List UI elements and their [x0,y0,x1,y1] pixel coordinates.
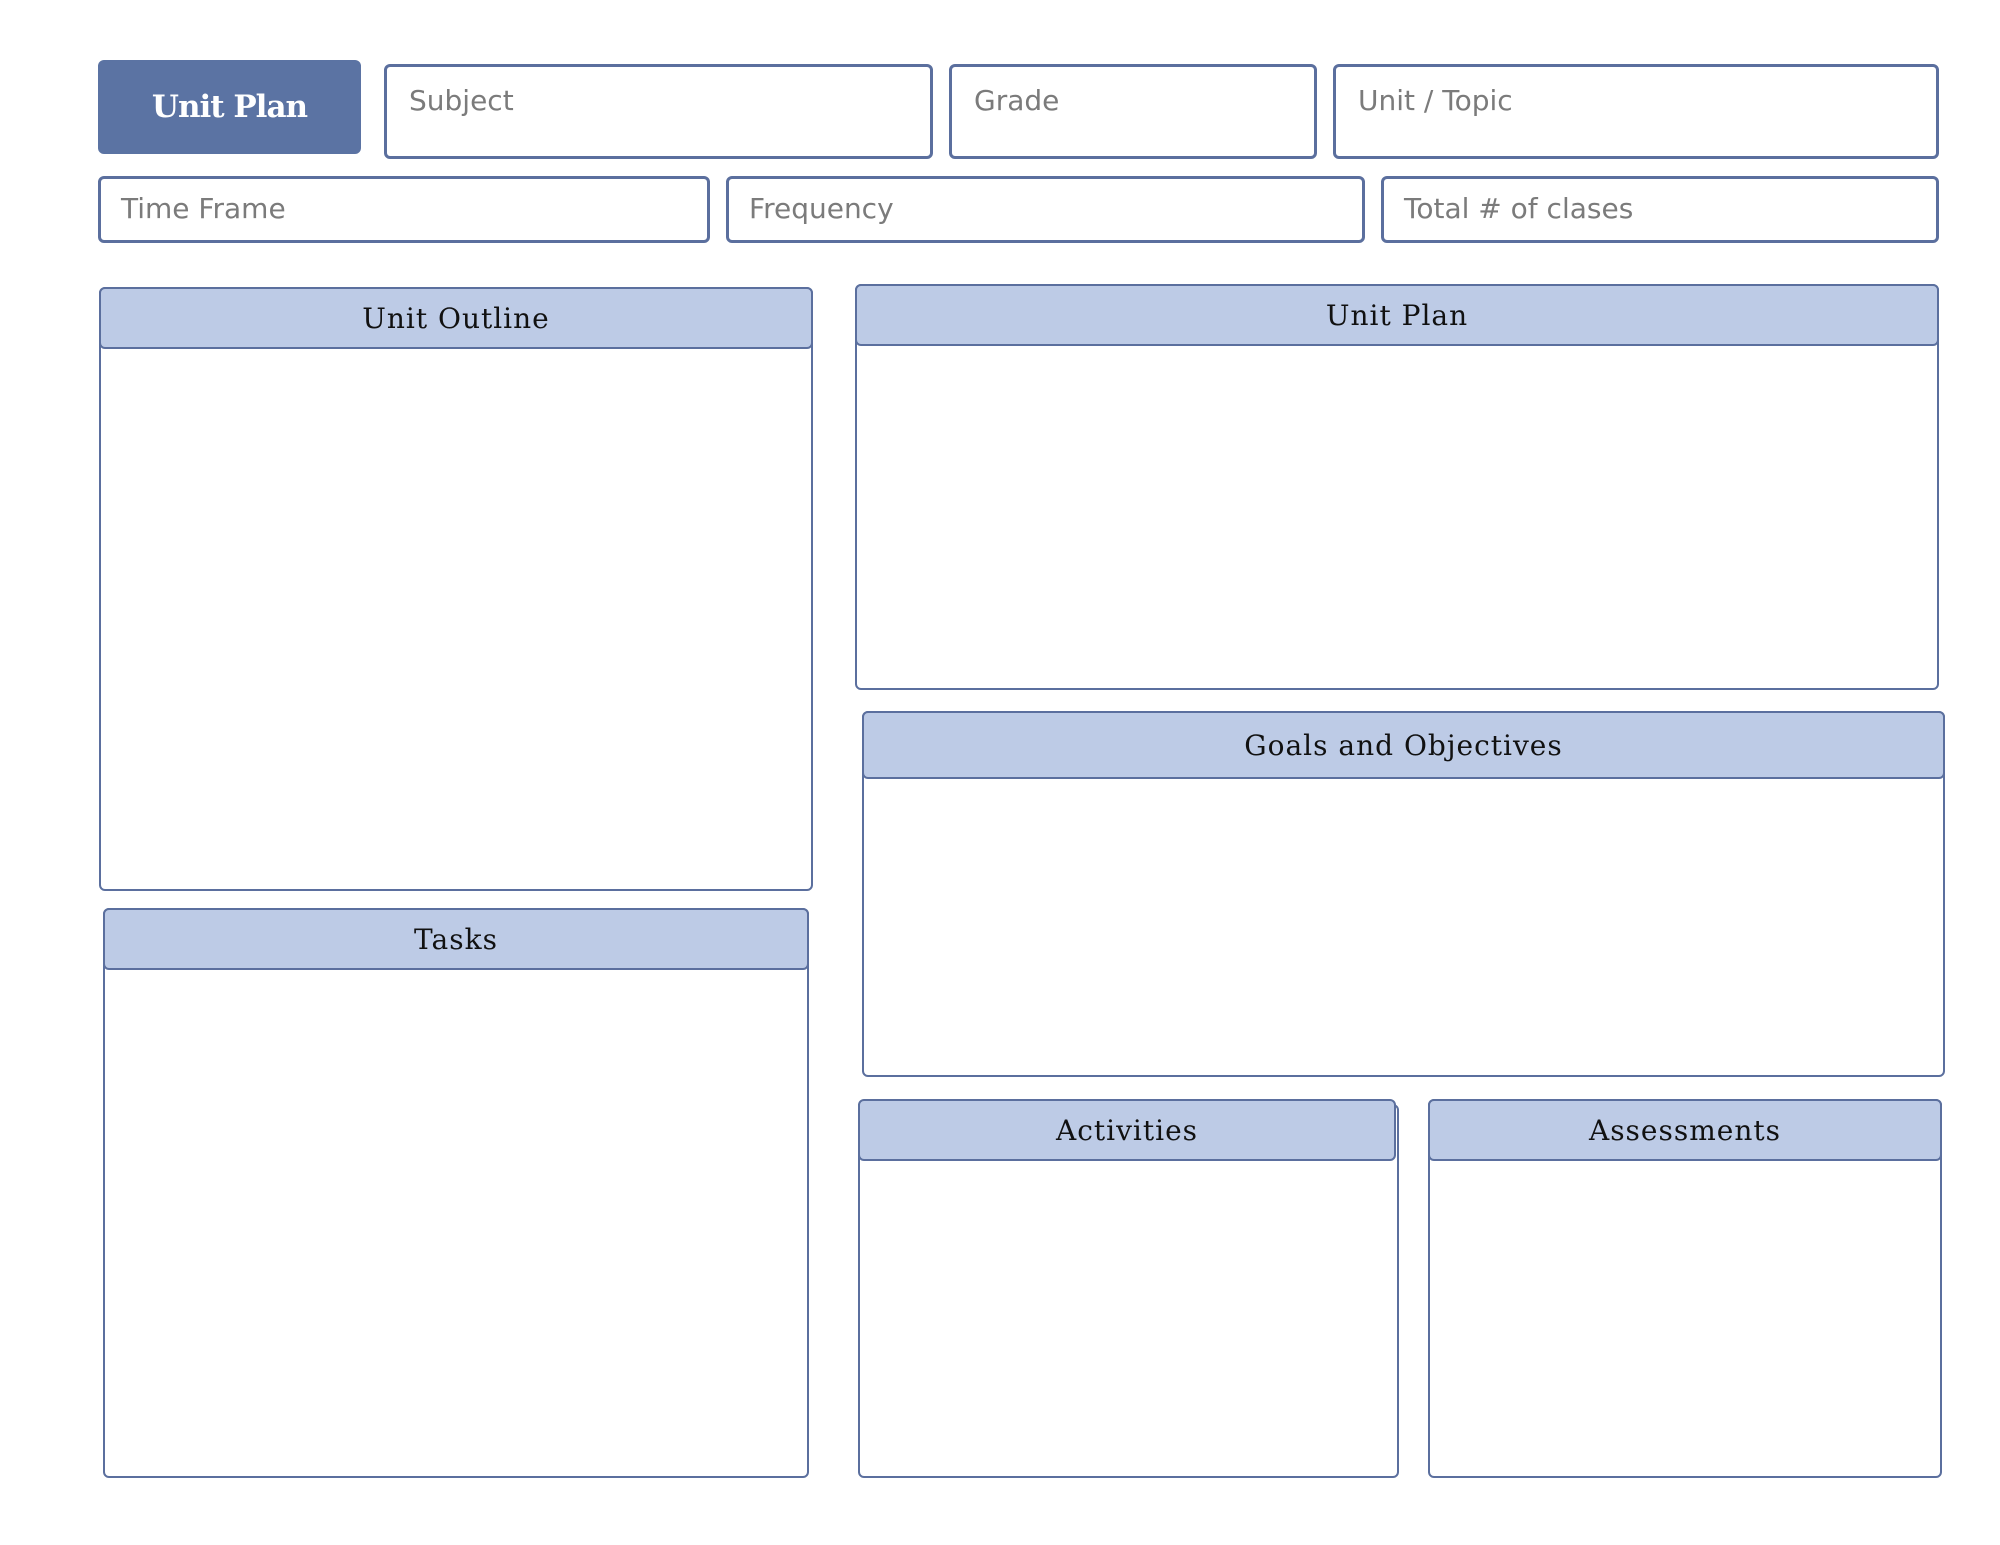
time-frame-field[interactable]: Time Frame [98,176,710,243]
grade-label: Grade [974,84,1060,117]
grade-field[interactable]: Grade [949,64,1317,159]
total-classes-field[interactable]: Total # of clases [1381,176,1939,243]
unit-plan-header: Unit Plan [855,284,1939,346]
assessments-title: Assessments [1588,1113,1782,1147]
unit-topic-field[interactable]: Unit / Topic [1333,64,1939,159]
unit-outline-header: Unit Outline [99,287,813,349]
activities-header: Activities [858,1099,1396,1161]
unit-outline-panel[interactable] [99,287,813,891]
document-title: Unit Plan [98,60,361,154]
goals-objectives-title: Goals and Objectives [1244,728,1563,762]
goals-objectives-header: Goals and Objectives [862,711,1945,779]
activities-title: Activities [1055,1113,1199,1147]
assessments-header: Assessments [1428,1099,1942,1161]
time-frame-label: Time Frame [121,192,286,225]
unit-plan-title: Unit Plan [1325,298,1469,332]
subject-field[interactable]: Subject [384,64,933,159]
tasks-panel[interactable] [103,908,809,1478]
frequency-field[interactable]: Frequency [726,176,1365,243]
subject-label: Subject [409,84,514,117]
tasks-title: Tasks [414,922,498,956]
unit-outline-title: Unit Outline [362,301,550,335]
frequency-label: Frequency [749,192,894,225]
unit-topic-label: Unit / Topic [1358,84,1513,117]
total-classes-label: Total # of clases [1404,192,1634,225]
tasks-header: Tasks [103,908,809,970]
document-title-text: Unit Plan [151,89,308,125]
